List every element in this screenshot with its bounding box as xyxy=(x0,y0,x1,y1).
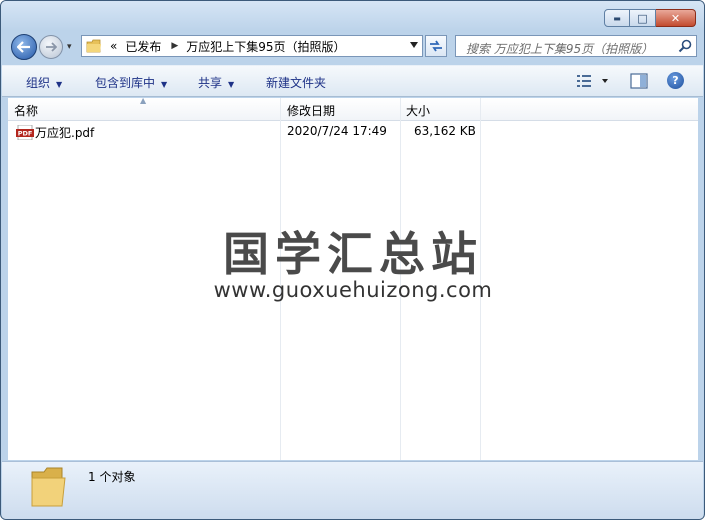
chevron-down-icon: ▼ xyxy=(228,80,235,89)
include-in-library-button[interactable]: 包含到库中 ▼ xyxy=(95,74,167,91)
breadcrumb-item[interactable]: 已发布 xyxy=(125,38,161,55)
arrow-left-icon xyxy=(17,41,30,53)
minimize-button[interactable]: ▬ xyxy=(604,9,630,27)
maximize-button[interactable]: □ xyxy=(630,9,656,27)
view-list-icon xyxy=(577,75,608,87)
folder-icon xyxy=(86,39,101,53)
file-row[interactable]: PDF 万应犯.pdf 2020/7/24 17:49 63,162 KB xyxy=(8,123,698,141)
folder-icon xyxy=(31,467,66,507)
watermark-title: 国学汇总站 xyxy=(223,227,483,281)
file-name[interactable]: 万应犯.pdf xyxy=(35,124,94,141)
details-pane: 1 个对象 xyxy=(2,461,703,519)
close-icon: ✕ xyxy=(670,11,681,25)
breadcrumb-overflow[interactable]: « xyxy=(110,39,117,53)
title-bar: ▬ □ ✕ xyxy=(1,1,704,31)
column-header-size[interactable]: 大小 xyxy=(406,102,430,119)
search-input[interactable]: 搜索 万应犯上下集95页（拍照版） xyxy=(466,40,653,57)
search-icon[interactable] xyxy=(678,39,692,53)
share-label: 共享 xyxy=(198,76,223,90)
chevron-down-icon: ▼ xyxy=(56,80,63,89)
preview-pane-button[interactable] xyxy=(630,73,648,92)
search-box[interactable]: 搜索 万应犯上下集95页（拍照版） xyxy=(455,35,697,57)
help-button[interactable]: ? xyxy=(667,72,684,89)
svg-text:PDF: PDF xyxy=(18,130,33,138)
preview-pane-icon xyxy=(630,73,648,89)
close-button[interactable]: ✕ xyxy=(656,9,696,27)
explorer-window: ▬ □ ✕ ▾ « 已发布 ▶ 万应犯上下集95页（拍照版） 搜索 万应犯上下集… xyxy=(0,0,705,520)
sort-ascending-icon: ▲ xyxy=(140,96,147,105)
file-list[interactable]: ▲ 名称 修改日期 大小 PDF 万应犯.pdf 2020/7/24 17:49… xyxy=(8,96,698,460)
column-header-modified[interactable]: 修改日期 xyxy=(287,102,335,119)
new-folder-button[interactable]: 新建文件夹 xyxy=(266,74,326,91)
new-folder-label: 新建文件夹 xyxy=(266,76,327,90)
file-modified: 2020/7/24 17:49 xyxy=(287,124,387,138)
column-headers: ▲ 名称 修改日期 大小 xyxy=(8,96,698,121)
share-button[interactable]: 共享 ▼ xyxy=(198,74,234,91)
caption-buttons: ▬ □ ✕ xyxy=(604,9,696,27)
back-button[interactable] xyxy=(11,34,37,60)
include-in-library-label: 包含到库中 xyxy=(95,76,156,90)
arrow-right-icon xyxy=(46,42,57,52)
history-dropdown-icon[interactable]: ▾ xyxy=(67,42,72,52)
breadcrumb-separator-icon[interactable]: ▶ xyxy=(171,41,178,51)
pdf-icon: PDF xyxy=(16,125,34,140)
watermark-url: www.guoxuehuizong.com xyxy=(213,278,493,302)
chevron-down-icon: ▼ xyxy=(161,80,168,89)
forward-button[interactable] xyxy=(39,35,63,59)
file-size: 63,162 KB xyxy=(414,124,476,138)
address-bar[interactable]: « 已发布 ▶ 万应犯上下集95页（拍照版） xyxy=(81,35,423,57)
address-dropdown-icon[interactable] xyxy=(410,42,418,48)
column-header-name[interactable]: 名称 xyxy=(14,102,38,119)
view-options-button[interactable] xyxy=(576,74,610,91)
minimize-icon: ▬ xyxy=(613,13,621,23)
maximize-icon: □ xyxy=(637,11,648,25)
refresh-icon xyxy=(430,40,442,52)
command-bar: 组织 ▼ 包含到库中 ▼ 共享 ▼ 新建文件夹 ? xyxy=(2,65,703,97)
item-count: 1 个对象 xyxy=(88,470,136,484)
refresh-button[interactable] xyxy=(425,35,447,57)
breadcrumb-item[interactable]: 万应犯上下集95页（拍照版） xyxy=(186,38,345,55)
organize-button[interactable]: 组织 ▼ xyxy=(26,74,62,91)
organize-label: 组织 xyxy=(26,76,51,90)
navigation-bar: ▾ « 已发布 ▶ 万应犯上下集95页（拍照版） 搜索 万应犯上下集95页（拍照… xyxy=(1,31,704,63)
